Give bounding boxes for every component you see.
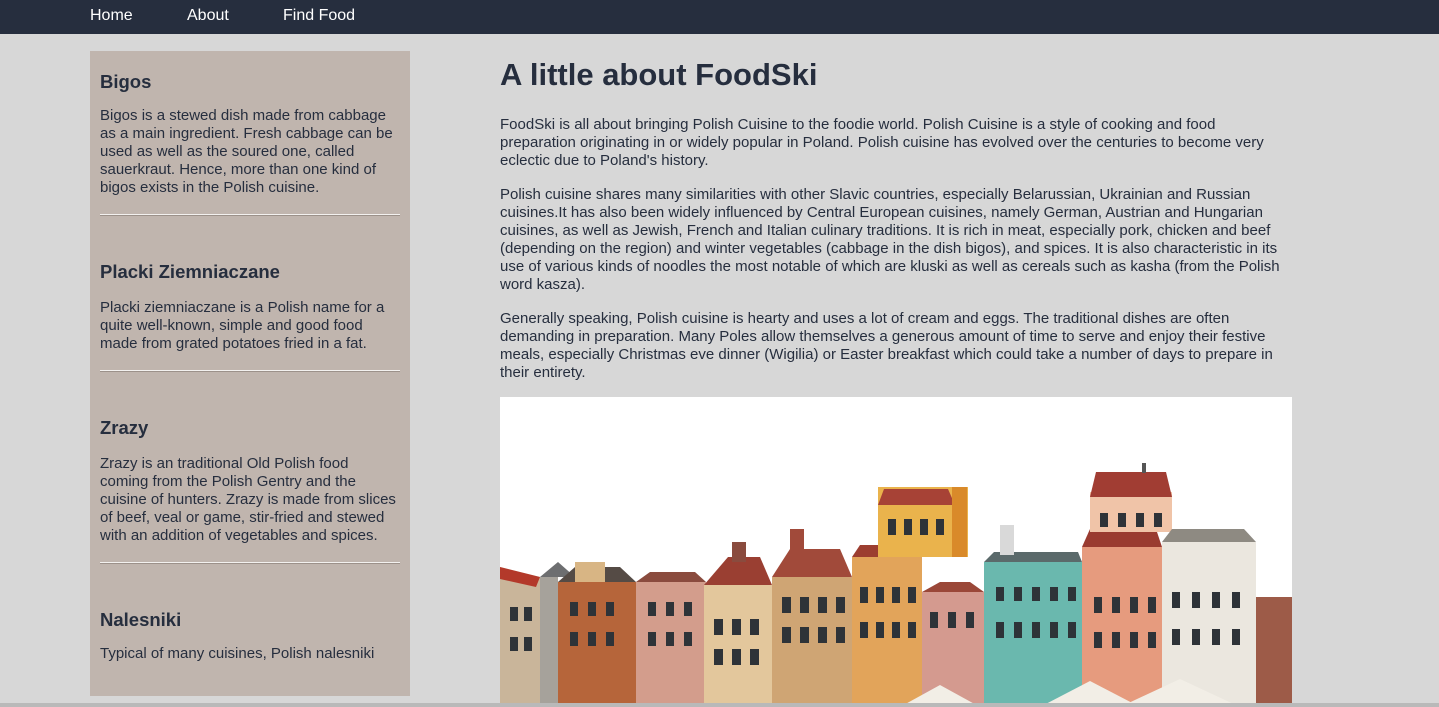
nav-home-link[interactable]: Home — [90, 7, 133, 25]
dish-description: Bigos is a stewed dish made from cabbage… — [100, 107, 393, 196]
dish-description: Zrazy is an traditional Old Polish food … — [100, 455, 396, 544]
townhouses-illustration — [500, 397, 1292, 707]
dish-card: Zrazy Zrazy is an traditional Old Polish… — [100, 372, 400, 564]
warsaw-old-town-photo — [500, 397, 1292, 707]
intro-paragraph: FoodSki is all about bringing Polish Cui… — [500, 116, 1264, 169]
top-nav: Home About Find Food — [0, 0, 1439, 34]
dish-description: Typical of many cuisines, Polish nalesni… — [100, 645, 375, 662]
dish-card: Nalesniki Typical of many cuisines, Poli… — [100, 564, 400, 663]
window-bottom-edge — [0, 703, 1439, 707]
dish-title: Nalesniki — [100, 609, 182, 630]
dish-description: Placki ziemniaczane is a Polish name for… — [100, 299, 385, 352]
traditions-paragraph: Generally speaking, Polish cuisine is he… — [500, 310, 1273, 381]
dish-title: Bigos — [100, 71, 152, 92]
dish-title: Zrazy — [100, 417, 149, 438]
dish-title: Placki Ziemniaczane — [100, 261, 280, 282]
influences-paragraph: Polish cuisine shares many similarities … — [500, 186, 1280, 293]
nav-about-link[interactable]: About — [187, 7, 229, 25]
dish-card: Placki Ziemniaczane Placki ziemniaczane … — [100, 216, 400, 372]
dish-card: Bigos Bigos is a stewed dish made from c… — [100, 51, 400, 216]
main-content: A little about FoodSki FoodSki is all ab… — [500, 56, 1292, 382]
sidebar-dishes[interactable]: Bigos Bigos is a stewed dish made from c… — [90, 51, 410, 696]
page-title: A little about FoodSki — [500, 57, 818, 92]
nav-find-food-link[interactable]: Find Food — [283, 7, 355, 25]
